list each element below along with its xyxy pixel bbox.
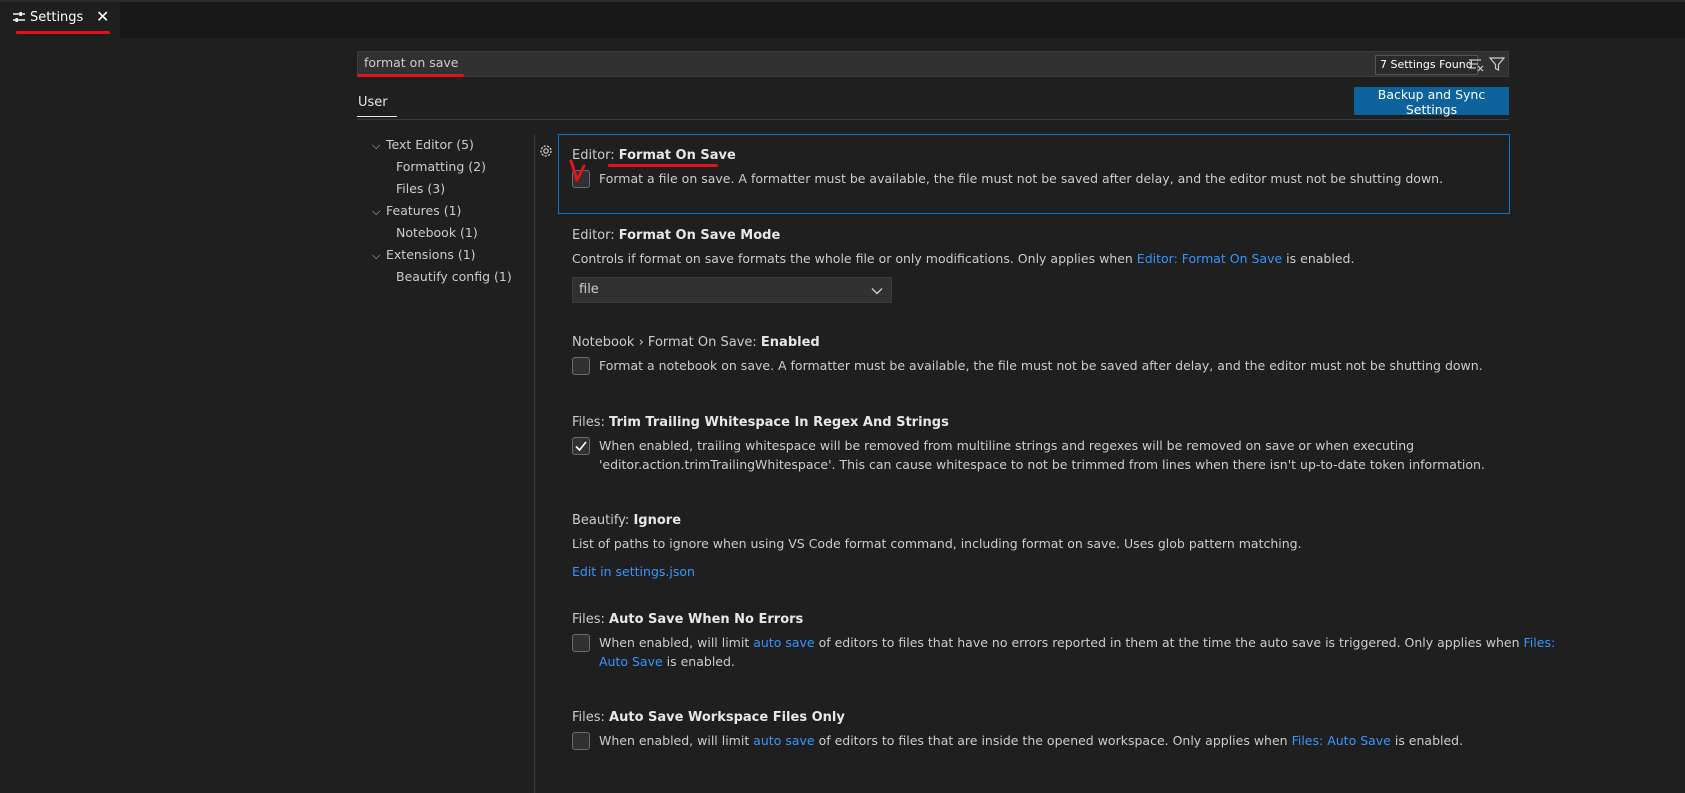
check-icon xyxy=(575,441,587,452)
toc-label: Notebook (1) xyxy=(396,225,478,240)
trim-trailing-whitespace-checkbox[interactable] xyxy=(572,437,590,455)
chevron-down-icon: ⌵ xyxy=(372,249,381,262)
close-icon[interactable]: ✕ xyxy=(96,7,109,26)
toc-divider xyxy=(534,134,535,793)
header-divider xyxy=(357,119,1509,120)
tab-user-indicator xyxy=(357,116,397,117)
toc-label: Extensions (1) xyxy=(386,247,476,262)
toc-item-beautify-config[interactable]: Beautify config (1) xyxy=(396,269,512,284)
auto-save-link[interactable]: auto save xyxy=(753,635,814,650)
settings-found-badge: 7 Settings Found xyxy=(1375,55,1478,75)
setting-title: Notebook › Format On Save: Enabled xyxy=(572,335,820,350)
format-on-save-mode-select[interactable]: file xyxy=(572,277,892,303)
toc-label: Features (1) xyxy=(386,203,462,218)
chevron-down-icon: ⌵ xyxy=(372,205,381,218)
toc-item-notebook[interactable]: Notebook (1) xyxy=(396,225,478,240)
toc-label: Text Editor (5) xyxy=(386,137,474,152)
filter-icon[interactable] xyxy=(1489,56,1505,72)
files-auto-save-link[interactable]: Files: Auto Save xyxy=(1292,733,1391,748)
files-auto-save-link[interactable]: Auto Save xyxy=(599,654,663,669)
toc-item-files[interactable]: Files (3) xyxy=(396,181,445,196)
tab-user[interactable]: User xyxy=(358,95,388,110)
chevron-down-icon: ⌵ xyxy=(372,139,381,152)
notebook-format-on-save-checkbox[interactable] xyxy=(572,357,590,375)
settings-sliders-icon xyxy=(13,12,25,22)
auto-save-link[interactable]: auto save xyxy=(753,733,814,748)
toc-item-features[interactable]: ⌵ Features (1) xyxy=(372,203,461,219)
annotation-underline-tab xyxy=(16,31,110,34)
annotation-underline-search xyxy=(357,74,464,77)
settings-tab-label: Settings xyxy=(30,10,84,25)
annotation-mark-icon xyxy=(569,159,586,182)
setting-description: When enabled, trailing whitespace will b… xyxy=(599,438,1415,453)
setting-title: Beautify: Ignore xyxy=(572,513,682,528)
annotation-underline-title xyxy=(608,164,718,167)
setting-description: When enabled, will limit auto save of ed… xyxy=(599,733,1464,748)
toc-item-text-editor[interactable]: ⌵ Text Editor (5) xyxy=(372,137,474,153)
backup-sync-button[interactable]: Backup and Sync Settings xyxy=(1354,87,1509,117)
setting-title: Files: Trim Trailing Whitespace In Regex… xyxy=(572,415,949,430)
setting-description: Auto Save is enabled. xyxy=(599,654,735,669)
toc-label: Formatting (2) xyxy=(396,159,486,174)
setting-description: When enabled, will limit auto save of ed… xyxy=(599,635,1556,650)
auto-save-workspace-only-checkbox[interactable] xyxy=(572,732,590,750)
toc-label: Files (3) xyxy=(396,181,446,196)
files-auto-save-link[interactable]: Files: xyxy=(1524,635,1556,650)
setting-description: 'editor.action.trimTrailingWhitespace'. … xyxy=(599,457,1485,472)
auto-save-no-errors-checkbox[interactable] xyxy=(572,634,590,652)
setting-title: Files: Auto Save When No Errors xyxy=(572,612,804,627)
setting-description: Controls if format on save formats the w… xyxy=(572,251,1355,266)
search-box xyxy=(357,51,1509,77)
editor-tab-bar xyxy=(0,0,1685,38)
clear-filter-icon[interactable] xyxy=(1468,56,1484,72)
format-on-save-link[interactable]: Editor: Format On Save xyxy=(1137,251,1282,266)
setting-description: Format a notebook on save. A formatter m… xyxy=(599,358,1483,373)
search-input[interactable] xyxy=(364,55,1264,70)
setting-title: Files: Auto Save Workspace Files Only xyxy=(572,710,845,725)
toc-item-extensions[interactable]: ⌵ Extensions (1) xyxy=(372,247,476,263)
setting-description: Format a file on save. A formatter must … xyxy=(599,171,1444,186)
chevron-down-icon xyxy=(871,288,883,295)
toc-item-formatting[interactable]: Formatting (2) xyxy=(396,159,486,174)
edit-in-settings-json-link[interactable]: Edit in settings.json xyxy=(572,564,695,579)
gear-icon[interactable] xyxy=(538,143,554,159)
setting-description: List of paths to ignore when using VS Co… xyxy=(572,536,1302,551)
setting-title: Editor: Format On Save Mode xyxy=(572,228,781,243)
toc-label: Beautify config (1) xyxy=(396,269,512,284)
setting-title: Editor: Format On Save xyxy=(572,148,736,163)
